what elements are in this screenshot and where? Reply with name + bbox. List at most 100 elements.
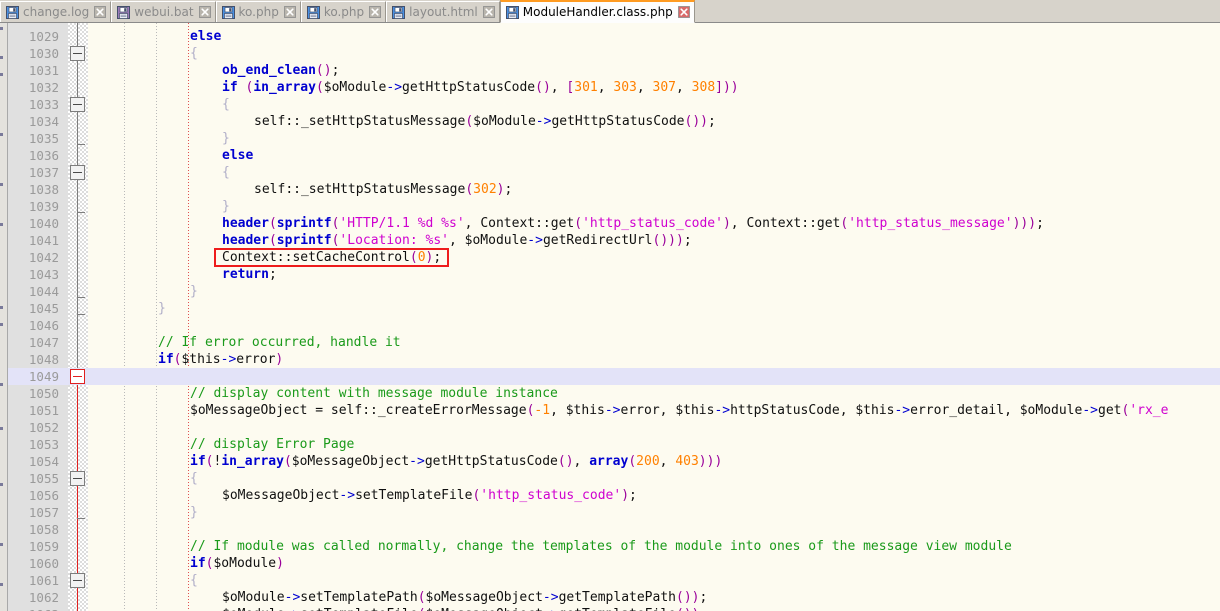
code-editor[interactable]: 1029 1030 1031 1032 1033 1034 1035 1036 1037 1038… xyxy=(0,23,1220,611)
code-line[interactable]: // display content with message module i… xyxy=(190,385,558,402)
code-line[interactable]: self::_setHttpStatusMessage(302); xyxy=(254,181,512,198)
token: setTemplateFile xyxy=(300,607,417,611)
token: setCacheControl xyxy=(292,250,410,265)
token: ] xyxy=(715,80,723,95)
code-line[interactable]: return; xyxy=(222,266,277,283)
token: 'http_status_code' xyxy=(480,488,622,503)
token: = xyxy=(307,403,331,418)
code-line[interactable]: { xyxy=(190,470,198,487)
close-icon[interactable] xyxy=(198,6,211,18)
code-line[interactable]: $oModule->setTemplateFile($oMessageObjec… xyxy=(222,606,707,611)
code-line[interactable]: { xyxy=(190,45,198,62)
margin-mark xyxy=(0,483,3,486)
line-number: 1056 xyxy=(28,488,59,503)
tab-label: change.log xyxy=(23,5,90,19)
tab-ko-php[interactable]: ko.php xyxy=(215,1,301,22)
tab-webui-bat[interactable]: webui.bat xyxy=(111,1,216,22)
code-line[interactable]: if (in_array($oModule->getHttpStatusCode… xyxy=(222,79,739,96)
close-icon[interactable] xyxy=(369,6,382,18)
token: if xyxy=(190,454,206,469)
token: )) xyxy=(722,80,739,95)
fold-toggle-1033[interactable] xyxy=(70,97,85,112)
token: $this xyxy=(855,403,895,418)
fold-toggle-1037[interactable] xyxy=(70,165,85,180)
margin-mark xyxy=(0,133,3,136)
token: $this xyxy=(675,403,715,418)
code-line[interactable]: if(!in_array($oMessageObject->getHttpSta… xyxy=(190,453,722,470)
code-line[interactable]: } xyxy=(222,198,230,215)
token: ) xyxy=(683,590,692,605)
token: { xyxy=(222,165,230,180)
code-line[interactable]: header(sprintf('HTTP/1.1 %d %s', Context… xyxy=(222,215,1044,232)
tab-layout-html[interactable]: layout.html xyxy=(386,1,500,22)
code-line[interactable]: { xyxy=(222,96,230,113)
code-line[interactable]: { xyxy=(190,572,198,589)
code-line[interactable]: // display Error Page xyxy=(190,436,354,453)
token: if xyxy=(190,556,206,571)
code-line[interactable]: } xyxy=(190,504,198,521)
code-folding-gutter[interactable] xyxy=(68,23,88,611)
code-line[interactable]: } xyxy=(222,130,230,147)
tab-modulehandler-class-php[interactable]: ModuleHandler.class.php xyxy=(499,0,695,23)
code-line[interactable]: if($oModule) xyxy=(190,555,284,572)
token: getTemplateFile xyxy=(559,607,676,611)
code-line[interactable]: $oModule->setTemplatePath($oMessageObjec… xyxy=(222,589,707,606)
token: ) xyxy=(565,454,574,469)
code-line[interactable]: else xyxy=(190,28,221,45)
code-line[interactable]: } xyxy=(190,283,198,300)
token: 307 xyxy=(652,80,677,95)
code-line[interactable]: Context::setCacheControl(0); xyxy=(222,249,441,266)
token: -> xyxy=(1082,403,1098,418)
close-icon[interactable] xyxy=(283,6,296,18)
fold-toggle-1055[interactable] xyxy=(70,471,85,486)
token: 403 xyxy=(675,454,699,469)
token: ; xyxy=(683,233,692,248)
token: 308 xyxy=(691,80,716,95)
code-line[interactable]: else xyxy=(222,147,253,164)
tab-change-log[interactable]: change.log xyxy=(0,1,112,22)
line-number: 1049 xyxy=(28,369,59,384)
fold-rail xyxy=(77,23,78,369)
line-number: 1062 xyxy=(28,590,59,605)
code-line[interactable]: // If error occurred, handle it xyxy=(158,334,401,351)
token: ( xyxy=(417,590,426,605)
token: ( xyxy=(315,63,324,78)
code-line[interactable]: $oMessageObject->setTemplateFile('http_s… xyxy=(222,487,637,504)
token: ) xyxy=(276,556,284,571)
token: getRedirectUrl xyxy=(542,233,653,248)
token: if xyxy=(222,80,238,95)
close-icon[interactable] xyxy=(94,6,107,18)
code-line[interactable]: ob_end_clean(); xyxy=(222,62,339,79)
close-icon[interactable] xyxy=(677,6,690,18)
code-line[interactable]: if($this->error) xyxy=(158,351,283,368)
token: ) xyxy=(621,488,630,503)
token: ( xyxy=(676,607,684,611)
indent-guides xyxy=(88,23,1220,611)
token: ) xyxy=(692,114,701,129)
token: -> xyxy=(339,488,356,503)
fold-toggle-1061[interactable] xyxy=(70,573,85,588)
token: $this xyxy=(181,352,221,367)
line-number: 1032 xyxy=(28,80,59,95)
token: array xyxy=(589,454,629,469)
token: $oMessageObject xyxy=(222,488,340,503)
code-line[interactable]: $oMessageObject = self::_createErrorMess… xyxy=(190,402,1168,419)
token: ) xyxy=(722,216,731,231)
token: get xyxy=(1098,403,1122,418)
code-line[interactable]: } xyxy=(158,300,166,317)
code-surface[interactable]: else{ob_end_clean(); if (in_array($oModul… xyxy=(88,23,1220,611)
token: -> xyxy=(386,80,403,95)
close-icon[interactable] xyxy=(482,6,495,18)
fold-toggle-1049[interactable] xyxy=(70,369,85,384)
code-line[interactable]: self::_setHttpStatusMessage($oModule->ge… xyxy=(254,113,716,130)
tab-ko-php[interactable]: ko.php xyxy=(300,1,387,22)
line-number: 1048 xyxy=(28,352,59,367)
token: , xyxy=(659,403,676,418)
code-line[interactable]: { xyxy=(222,164,230,181)
token: 302 xyxy=(473,182,497,197)
fold-end-tick xyxy=(77,314,85,315)
code-line[interactable]: // If module was called normally, change… xyxy=(190,538,1012,555)
code-line[interactable]: header(sprintf('Location: %s', $oModule-… xyxy=(222,232,692,249)
fold-toggle-1030[interactable] xyxy=(70,46,85,61)
floppy-disk-icon xyxy=(505,5,519,19)
